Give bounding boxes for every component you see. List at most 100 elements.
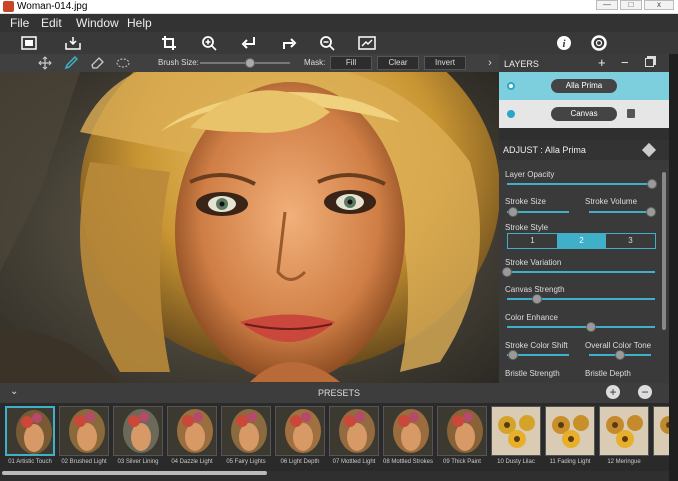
eraser-tool-icon[interactable] [88, 54, 106, 72]
menu-bar: File Edit Window Help [0, 14, 678, 32]
brush-size-knob[interactable] [244, 58, 255, 68]
layers-panel-header: LAYERS + − [499, 54, 669, 72]
help-lifebuoy-icon[interactable] [590, 34, 608, 52]
canvas-strength-slider[interactable] [507, 294, 655, 304]
presets-strip: 01 Artistic Touch 02 Brushed Light 03 Silv… [0, 403, 669, 471]
preset-thumbnail[interactable] [221, 406, 271, 456]
preset-thumbnail[interactable] [653, 406, 669, 456]
preset-thumbnail[interactable] [59, 406, 109, 456]
stroke-color-shift-label: Stroke Color Shift [505, 341, 568, 350]
presets-header: ⌄ PRESETS + − [0, 383, 669, 403]
brush-tool-icon[interactable] [62, 54, 80, 72]
maximize-button[interactable]: □ [620, 0, 642, 10]
remove-layer-icon[interactable]: − [621, 55, 629, 70]
chevron-right-icon[interactable]: › [481, 54, 499, 72]
layer-row-alla-prima[interactable]: Alla Prima [499, 72, 669, 100]
stroke-variation-slider[interactable] [502, 267, 655, 277]
open-image-icon[interactable] [20, 34, 38, 52]
preset-thumbnail[interactable] [545, 406, 595, 456]
preset-label: 10 Dusty Lilac [497, 459, 535, 465]
remove-preset-icon[interactable]: − [638, 385, 652, 399]
layers-title: LAYERS [504, 59, 539, 69]
stroke-size-label: Stroke Size [505, 197, 546, 206]
adjust-panel: ADJUST : Alla Prima Layer Opacity Stroke… [499, 140, 669, 383]
crop-icon[interactable] [160, 34, 178, 52]
preset-thumbnail[interactable] [599, 406, 649, 456]
stroke-size-slider[interactable] [507, 207, 569, 217]
zoom-out-icon[interactable] [318, 34, 336, 52]
layer-visibility-icon[interactable] [507, 110, 515, 118]
preset-label: 03 Silver Lining [117, 459, 159, 465]
lock-icon [627, 109, 635, 118]
mask-invert-button[interactable]: Invert [424, 56, 466, 70]
color-enhance-knob[interactable] [586, 322, 597, 332]
stroke-size-knob[interactable] [508, 207, 519, 217]
stroke-style-option-1[interactable]: 1 [508, 234, 557, 248]
stroke-volume-knob[interactable] [646, 207, 656, 217]
title-bar: Woman-014.jpg — □ x [0, 0, 678, 14]
layer-row-canvas[interactable]: Canvas [499, 100, 669, 128]
preset-label: 08 Mottled Strokes [382, 459, 434, 465]
window-edge [669, 54, 678, 481]
add-layer-icon[interactable]: + [598, 55, 606, 70]
menu-file[interactable]: File [10, 16, 29, 30]
app-icon [3, 1, 14, 12]
preset-thumbnail[interactable] [383, 406, 433, 456]
main-toolbar: i [0, 32, 678, 54]
preset-label: 05 Fairy Lights [226, 459, 266, 465]
adjust-scrollbar[interactable] [662, 172, 666, 330]
preset-thumbnail[interactable] [167, 406, 217, 456]
mask-fill-button[interactable]: Fill [330, 56, 372, 70]
presets-scrollbar[interactable] [2, 471, 267, 475]
preset-thumbnail[interactable] [437, 406, 487, 456]
duplicate-layer-icon[interactable] [645, 58, 654, 67]
overall-color-tone-slider[interactable] [589, 350, 651, 360]
layer-name: Canvas [551, 107, 617, 121]
chevron-down-icon[interactable]: ⌄ [10, 386, 18, 397]
bristle-strength-label: Bristle Strength [505, 369, 560, 378]
menu-edit[interactable]: Edit [41, 16, 62, 30]
stroke-color-shift-knob[interactable] [508, 350, 519, 360]
canvas-strength-knob[interactable] [531, 294, 542, 304]
preset-thumbnail[interactable] [5, 406, 55, 456]
preset-thumbnail[interactable] [275, 406, 325, 456]
brush-size-label: Brush Size: [158, 58, 199, 67]
stroke-color-shift-slider[interactable] [507, 350, 569, 360]
minimize-button[interactable]: — [596, 0, 618, 10]
preset-thumbnail[interactable] [113, 406, 163, 456]
redo-icon[interactable] [280, 34, 298, 52]
layer-opacity-label: Layer Opacity [505, 170, 555, 179]
overall-color-tone-label: Overall Color Tone [585, 341, 652, 350]
color-enhance-slider[interactable] [507, 322, 655, 332]
mask-clear-button[interactable]: Clear [377, 56, 419, 70]
overall-color-tone-knob[interactable] [615, 350, 625, 360]
menu-window[interactable]: Window [76, 16, 119, 30]
preset-label: 07 Mottled Light [332, 459, 376, 465]
close-button[interactable]: x [644, 0, 674, 10]
add-preset-icon[interactable]: + [606, 385, 620, 399]
move-tool-icon[interactable] [36, 54, 54, 72]
preset-thumbnail[interactable] [491, 406, 541, 456]
layer-opacity-slider[interactable] [507, 179, 657, 189]
color-enhance-label: Color Enhance [505, 313, 558, 322]
preset-label: 13 Li [651, 459, 669, 466]
layer-opacity-knob[interactable] [647, 179, 657, 189]
menu-help[interactable]: Help [127, 16, 152, 30]
stroke-volume-slider[interactable] [589, 207, 656, 217]
save-icon[interactable] [64, 34, 82, 52]
stroke-variation-knob[interactable] [502, 267, 512, 277]
preset-label: 09 Thick Paint [443, 459, 481, 465]
lasso-tool-icon[interactable] [114, 54, 132, 72]
fit-to-screen-icon[interactable] [358, 34, 376, 52]
undo-icon[interactable] [240, 34, 258, 52]
stroke-variation-label: Stroke Variation [505, 258, 562, 267]
preset-label: 11 Fading Light [549, 459, 591, 465]
stroke-style-option-2[interactable]: 2 [557, 234, 606, 248]
layer-name: Alla Prima [551, 79, 617, 93]
preset-thumbnail[interactable] [329, 406, 379, 456]
info-icon[interactable]: i [555, 34, 573, 52]
stroke-style-option-3[interactable]: 3 [606, 234, 655, 248]
layer-visibility-icon[interactable] [507, 82, 515, 90]
image-canvas[interactable] [0, 72, 499, 383]
zoom-in-icon[interactable] [200, 34, 218, 52]
